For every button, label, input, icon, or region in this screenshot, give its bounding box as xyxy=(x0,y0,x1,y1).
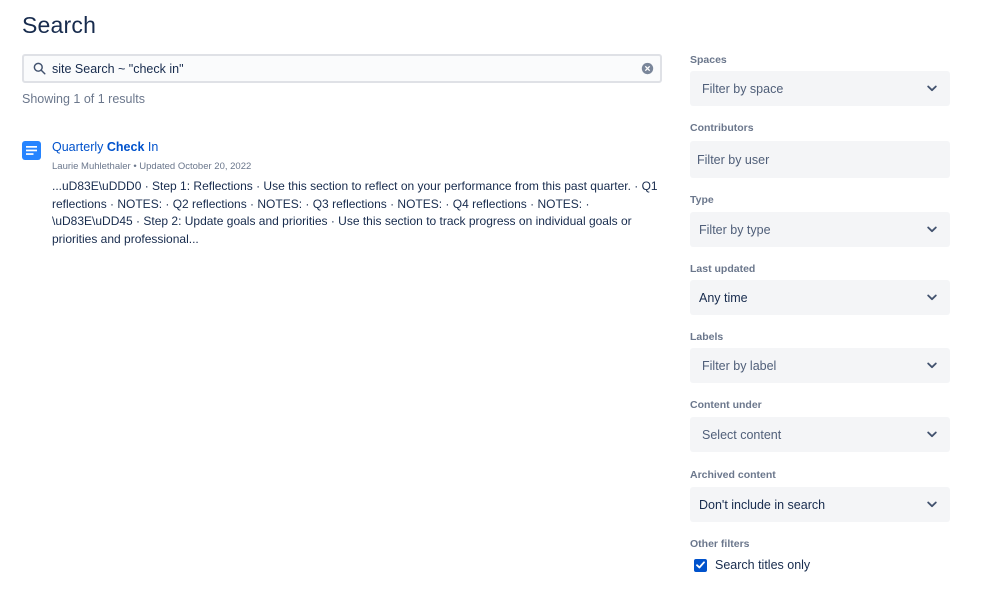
contributors-filter-label: Contributors xyxy=(690,122,754,134)
archived-content-filter-value: Don't include in search xyxy=(699,497,826,512)
last-updated-filter-value: Any time xyxy=(699,290,748,305)
other-filters-label: Other filters xyxy=(690,538,750,550)
content-under-filter-dropdown[interactable]: Select content xyxy=(690,417,950,452)
search-icon xyxy=(32,62,46,76)
last-updated-filter-dropdown[interactable]: Any time xyxy=(690,280,950,315)
contributors-filter-value: Filter by user xyxy=(697,152,770,167)
page-icon xyxy=(22,141,41,160)
spaces-filter-value: Filter by space xyxy=(702,81,784,96)
chevron-down-icon xyxy=(924,358,940,374)
type-filter-label: Type xyxy=(690,194,714,206)
result-title-suffix: In xyxy=(144,140,159,154)
last-updated-filter-label: Last updated xyxy=(690,263,756,275)
chevron-down-icon xyxy=(924,497,940,513)
archived-content-filter-label: Archived content xyxy=(690,469,776,481)
clear-search-icon[interactable] xyxy=(640,62,654,76)
labels-filter-label: Labels xyxy=(690,331,724,343)
result-title-link[interactable]: Quarterly Check In xyxy=(52,140,158,154)
results-count: Showing 1 of 1 results xyxy=(22,92,145,106)
result-title-match: Check xyxy=(106,140,145,154)
checkmark-icon xyxy=(696,561,705,569)
chevron-down-icon xyxy=(924,427,940,443)
labels-filter-dropdown[interactable]: Filter by label xyxy=(690,348,950,383)
search-input[interactable] xyxy=(52,56,640,81)
result-meta: Laurie Muhlethaler • Updated October 20,… xyxy=(52,161,252,172)
result-excerpt: ...uD83E\uDDD0 · Step 1: Reflections · U… xyxy=(52,179,658,246)
chevron-down-icon xyxy=(924,222,940,238)
chevron-down-icon xyxy=(924,81,940,97)
archived-content-filter-dropdown[interactable]: Don't include in search xyxy=(690,487,950,522)
search-titles-only-option[interactable]: Search titles only xyxy=(694,558,810,572)
search-field[interactable] xyxy=(22,54,662,83)
spaces-filter-dropdown[interactable]: Filter by space xyxy=(690,71,950,106)
search-titles-only-checkbox[interactable] xyxy=(694,558,707,572)
type-filter-dropdown[interactable]: Filter by type xyxy=(690,212,950,247)
search-titles-only-label: Search titles only xyxy=(715,558,811,572)
labels-filter-value: Filter by label xyxy=(702,358,777,373)
chevron-down-icon xyxy=(924,290,940,306)
page-title: Search xyxy=(22,12,97,38)
content-under-filter-label: Content under xyxy=(690,399,762,411)
spaces-filter-label: Spaces xyxy=(690,54,727,66)
type-filter-value: Filter by type xyxy=(699,222,771,237)
content-under-filter-value: Select content xyxy=(702,427,782,442)
result-title-prefix: Quarterly xyxy=(52,140,107,154)
contributors-filter-input[interactable]: Filter by user xyxy=(690,141,950,178)
